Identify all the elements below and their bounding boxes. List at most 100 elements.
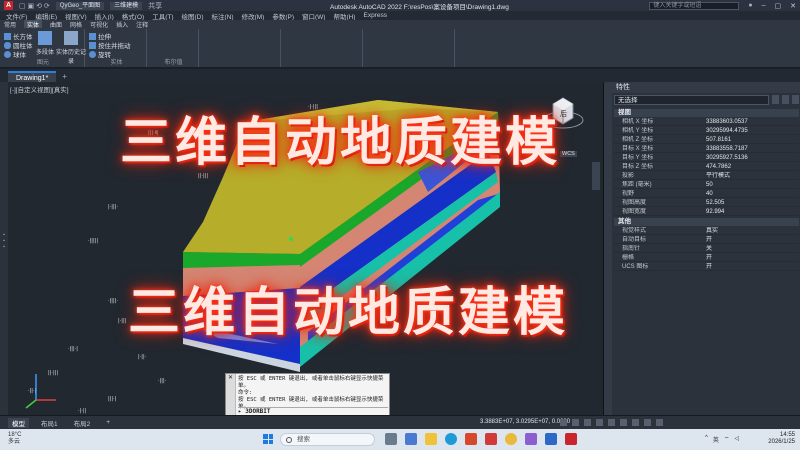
ucs-dropdown[interactable]: WCS (560, 151, 577, 157)
cursor-coordinates[interactable]: 3.3883E+07, 3.0295E+07, 0.0000 (480, 419, 570, 425)
ribbon-tab-surface[interactable]: 曲面 (50, 20, 62, 29)
polysolid-button[interactable]: 多段体 (34, 31, 56, 56)
menu-item-help[interactable]: 帮助(H) (333, 11, 355, 21)
section-view[interactable]: 视图 (614, 109, 799, 117)
tray-chevron-icon[interactable]: ^ (705, 435, 708, 444)
maximize-icon[interactable]: ▢ (775, 2, 782, 10)
menu-item-insert[interactable]: 插入(I) (95, 11, 114, 21)
user-icon[interactable]: ● (748, 2, 752, 9)
property-row[interactable]: 相机 Y 坐标 30295994.4735 (614, 127, 799, 135)
workspace-dropdown[interactable]: 三维建模 (110, 1, 143, 10)
taskbar-clock[interactable]: 14:55 2026/1/25 (765, 432, 795, 446)
ribbon-tab-annotate[interactable]: 注释 (136, 20, 148, 29)
menu-item-file[interactable]: 文件(F) (6, 11, 27, 21)
add-layout-plus-icon[interactable]: + (102, 419, 114, 426)
command-window-close-icon[interactable]: ✕ (226, 374, 236, 419)
autocad-logo-icon[interactable]: A (4, 1, 13, 10)
network-icon[interactable]: ⌔ (724, 435, 730, 444)
layout-tab-model[interactable]: 模型 (8, 417, 29, 428)
menu-item-format[interactable]: 格式(O) (122, 11, 144, 21)
property-row[interactable]: 视图高度 52.505 (614, 199, 799, 207)
property-row[interactable]: 栅格 开 (614, 254, 799, 262)
ribbon-tab-insert[interactable]: 插入 (116, 20, 128, 29)
menu-item-express[interactable]: Express (363, 12, 386, 19)
autocad-taskbar-icon[interactable] (565, 433, 577, 445)
select-objects-icon[interactable] (782, 95, 789, 104)
layout-tab-layout2[interactable]: 布局2 (70, 418, 95, 428)
quick-access-toolbar[interactable]: ▢ ▣ ⟲ ⟳ (19, 2, 50, 10)
share-button[interactable]: 共享 (148, 1, 162, 11)
viewport-controls-label[interactable]: [-][自定义视图][真实] (10, 84, 69, 94)
ribbon-tab-mesh[interactable]: 网格 (70, 20, 82, 29)
svg-text:·|||·|: ·|||·| (68, 346, 78, 352)
wps-app-icon[interactable] (485, 433, 497, 445)
property-row[interactable]: 指南针 关 (614, 245, 799, 253)
ribbon-tab-solid[interactable]: 实体 (24, 20, 43, 29)
ribbon-tab-home[interactable]: 常用 (4, 20, 16, 29)
property-row[interactable]: 相机 X 坐标 33883603.0537 (614, 118, 799, 126)
properties-palette-strip[interactable] (604, 82, 612, 415)
svg-text:||·|||: ||·||| (48, 370, 58, 376)
menu-item-dimension[interactable]: 标注(N) (212, 11, 234, 21)
menu-item-edit[interactable]: 编辑(E) (35, 11, 57, 21)
property-value: 33883558.7187 (706, 146, 748, 152)
file-explorer-icon[interactable] (425, 433, 437, 445)
property-row[interactable]: 投影 平行模式 (614, 172, 799, 180)
property-row[interactable]: 目标 X 坐标 33883558.7187 (614, 145, 799, 153)
menu-item-window[interactable]: 窗口(W) (302, 11, 325, 21)
property-row[interactable]: 目标 Z 坐标 474.7862 (614, 163, 799, 171)
close-icon[interactable]: ✕ (790, 2, 796, 10)
menu-item-view[interactable]: 视图(V) (65, 11, 87, 21)
property-value: 开 (706, 237, 713, 243)
windows-start-icon[interactable] (263, 434, 273, 444)
document-tab-drawing1[interactable]: Drawing1* (8, 71, 57, 82)
office-app-icon[interactable] (465, 433, 477, 445)
command-input[interactable]: ▸ 3DORBIT (238, 407, 388, 415)
viewcube-face-label[interactable]: 后 (560, 109, 567, 119)
word-app-icon[interactable] (545, 433, 557, 445)
task-view-icon[interactable] (385, 433, 397, 445)
property-row[interactable]: 焦距 (毫米) 50 (614, 181, 799, 189)
layout-tab-layout1[interactable]: 布局1 (37, 418, 62, 428)
section-misc[interactable]: 其他 (614, 218, 799, 226)
taskbar-search-input[interactable]: 搜索 (280, 433, 375, 446)
snap-toggle-icon[interactable] (572, 419, 579, 426)
workspace-user-dropdown[interactable]: QyGeo_平面图 (55, 1, 105, 10)
new-tab-plus-icon[interactable]: + (62, 71, 67, 82)
volume-icon[interactable]: ◁ (734, 435, 739, 444)
drawing-viewport[interactable]: |||·ⅱ| ·|||·| ||·||| ·||ⅱ· ·|·||| ||·ⅱ| … (8, 82, 603, 415)
annotation-scale-icon[interactable] (632, 419, 639, 426)
grid-toggle-icon[interactable] (560, 419, 567, 426)
tool-palette-strip[interactable]: ▪▪▪ (0, 82, 8, 415)
workspace-gear-icon[interactable] (644, 419, 651, 426)
menu-item-tools[interactable]: 工具(T) (152, 11, 173, 21)
edge-browser-icon[interactable] (445, 433, 457, 445)
chat-app-icon[interactable] (405, 433, 417, 445)
menu-item-parametric[interactable]: 参数(P) (272, 11, 294, 21)
lineweight-toggle-icon[interactable] (620, 419, 627, 426)
property-row[interactable]: 视图宽度 92.994 (614, 208, 799, 216)
help-search-input[interactable]: 键入关键字或短语 (649, 1, 740, 10)
menu-item-modify[interactable]: 修改(M) (242, 11, 265, 21)
toggle-pickadd-icon[interactable] (772, 95, 779, 104)
property-row[interactable]: 自动目标 开 (614, 236, 799, 244)
customize-menu-icon[interactable] (656, 419, 663, 426)
menu-item-draw[interactable]: 绘图(D) (182, 11, 204, 21)
visual-studio-icon[interactable] (525, 433, 537, 445)
property-row[interactable]: UCS 图标 开 (614, 263, 799, 271)
property-row[interactable]: 目标 Y 坐标 30295927.5136 (614, 154, 799, 162)
ortho-toggle-icon[interactable] (584, 419, 591, 426)
property-row[interactable]: 视觉样式 真实 (614, 227, 799, 235)
minimize-icon[interactable]: – (762, 2, 766, 9)
property-row[interactable]: 视野 40 (614, 190, 799, 198)
quick-select-icon[interactable] (792, 95, 799, 104)
polar-toggle-icon[interactable] (596, 419, 603, 426)
chrome-browser-icon[interactable] (505, 433, 517, 445)
osnap-toggle-icon[interactable] (608, 419, 615, 426)
input-language-indicator[interactable]: 英 (713, 435, 719, 444)
weather-widget[interactable]: 18°C 多云 (8, 432, 21, 446)
ribbon-tab-visualize[interactable]: 可视化 (90, 20, 108, 29)
selection-dropdown[interactable]: 无选择 (614, 95, 769, 105)
property-row[interactable]: 相机 Z 坐标 507.8161 (614, 136, 799, 144)
navigation-bar[interactable] (592, 162, 600, 190)
